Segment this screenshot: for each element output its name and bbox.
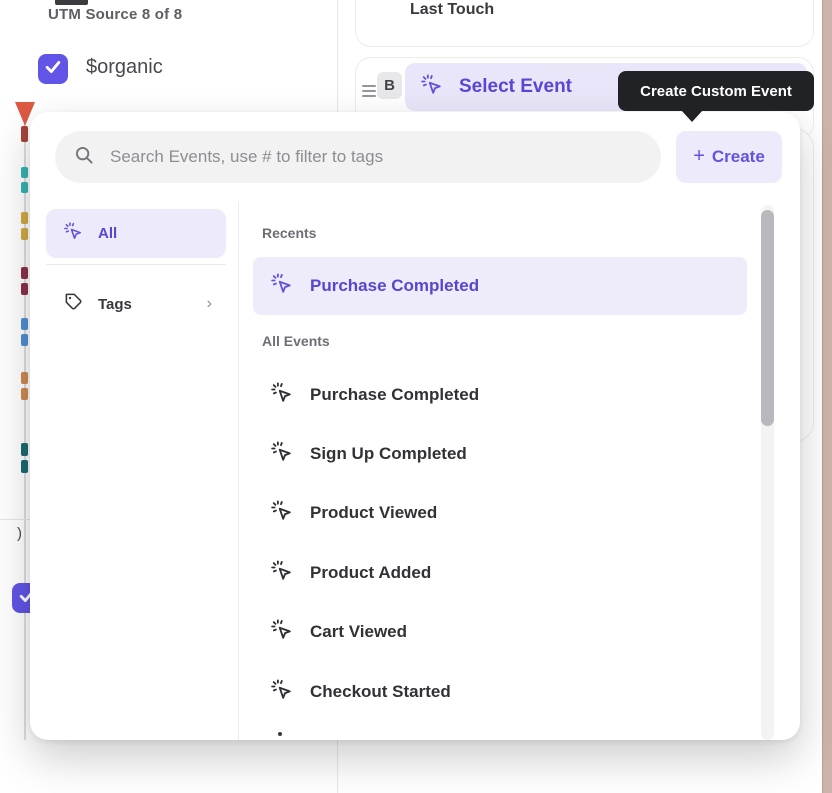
- create-button-label: Create: [712, 147, 765, 167]
- chart-dash: [21, 460, 28, 473]
- chart-dash: [21, 212, 28, 224]
- select-event-label: Select Event: [459, 76, 572, 98]
- clipped-next-row-fragment: [278, 732, 282, 736]
- chevron-right-icon: ›: [207, 295, 212, 313]
- chart-dash: [21, 318, 28, 330]
- search-placeholder: Search Events, use # to filter to tags: [110, 147, 383, 167]
- chart-dash: [21, 167, 28, 178]
- event-row[interactable]: Cart Viewed: [253, 603, 747, 661]
- plus-icon: +: [693, 145, 705, 168]
- tooltip: Create Custom Event: [618, 71, 814, 111]
- drag-handle-icon[interactable]: [362, 85, 376, 97]
- event-spark-icon: [271, 679, 293, 706]
- sidebar-divider: [46, 264, 226, 265]
- chart-dash: [21, 443, 28, 456]
- event-row-label: Checkout Started: [310, 682, 451, 702]
- utm-source-header: UTM Source 8 of 8: [48, 6, 182, 23]
- list-divider: [238, 202, 239, 740]
- chart-axis-line: [24, 112, 26, 740]
- event-spark-icon: [421, 74, 443, 101]
- event-row-label: Product Viewed: [310, 503, 437, 523]
- chart-dash: [21, 334, 28, 346]
- event-row-label: Cart Viewed: [310, 622, 407, 642]
- chart-dash: [21, 283, 28, 295]
- sidebar-item-tags[interactable]: Tags ›: [46, 280, 226, 328]
- clipped-paren-fragment: ): [17, 525, 22, 542]
- sidebar-item-all[interactable]: All: [46, 209, 226, 258]
- event-spark-icon: [271, 441, 293, 468]
- all-events-section-label: All Events: [262, 333, 330, 349]
- checkmark-icon: [43, 57, 63, 82]
- last-touch-card: Last Touch: [355, 0, 814, 47]
- chart-dash: [21, 228, 28, 240]
- clipped-text-fragment: [55, 0, 88, 5]
- event-spark-icon: [271, 382, 293, 409]
- event-spark-icon: [271, 619, 293, 646]
- event-row-label: Purchase Completed: [310, 385, 479, 405]
- chart-dash: [21, 126, 28, 142]
- event-row[interactable]: Product Viewed: [253, 484, 747, 542]
- chart-dash: [21, 388, 28, 400]
- event-row[interactable]: Purchase Completed: [253, 366, 747, 424]
- event-row-label: Product Added: [310, 563, 431, 583]
- create-event-button[interactable]: + Create: [676, 131, 782, 183]
- block-badge: B: [377, 72, 402, 99]
- event-row[interactable]: Checkout Started: [253, 663, 747, 721]
- sidebar-all-label: All: [98, 225, 117, 242]
- event-spark-icon: [64, 222, 83, 246]
- tag-icon: [64, 292, 83, 316]
- screen: UTM Source 8 of 8 $organic Last Touch B …: [0, 0, 832, 793]
- tooltip-text: Create Custom Event: [640, 83, 792, 100]
- organic-label[interactable]: $organic: [86, 56, 163, 79]
- chart-dash: [21, 372, 28, 384]
- recents-section-label: Recents: [262, 225, 316, 241]
- event-search-input[interactable]: Search Events, use # to filter to tags: [55, 131, 661, 183]
- right-edge-strip: [822, 0, 832, 793]
- search-icon: [73, 144, 95, 171]
- event-row-label: Purchase Completed: [310, 276, 479, 296]
- tooltip-arrow: [681, 110, 703, 122]
- chart-dash: [21, 267, 28, 279]
- event-spark-icon: [271, 500, 293, 527]
- event-row-selected[interactable]: Purchase Completed: [253, 257, 747, 315]
- scrollbar-thumb[interactable]: [761, 210, 774, 426]
- chart-dash: [21, 182, 28, 193]
- last-touch-label: Last Touch: [410, 1, 494, 19]
- sidebar-tags-label: Tags: [98, 296, 132, 313]
- event-row[interactable]: Product Added: [253, 544, 747, 602]
- event-row-label: Sign Up Completed: [310, 444, 467, 464]
- left-divider: [0, 519, 30, 520]
- event-row[interactable]: Sign Up Completed: [253, 425, 747, 483]
- event-spark-icon: [271, 560, 293, 587]
- event-picker-panel: Search Events, use # to filter to tags +…: [30, 112, 800, 740]
- organic-checkbox[interactable]: [38, 54, 68, 84]
- event-spark-icon: [271, 273, 293, 300]
